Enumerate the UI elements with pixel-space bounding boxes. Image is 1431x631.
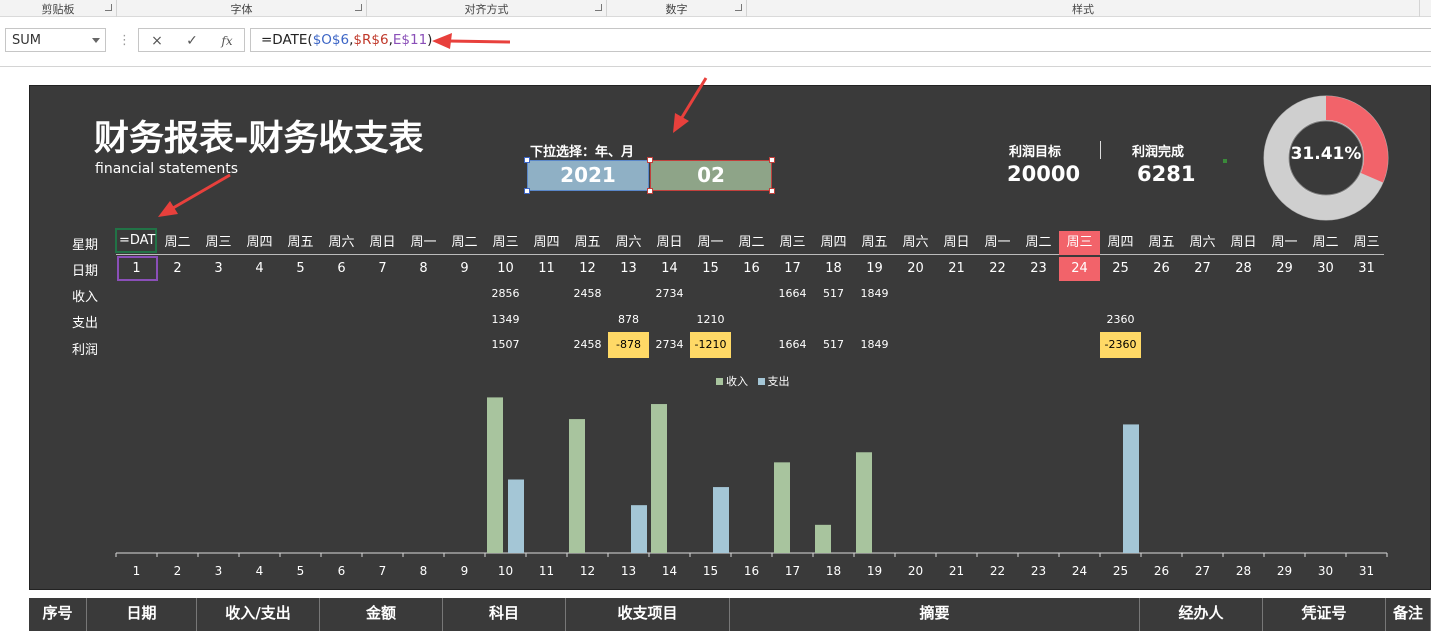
column-header[interactable]: 收支项目	[566, 598, 730, 631]
ribbon-group-number[interactable]: 数字	[607, 0, 747, 17]
ribbon-group-label: 剪贴板	[41, 3, 75, 16]
bar-income	[569, 419, 585, 553]
column-header[interactable]: 金额	[320, 598, 443, 631]
x-tick-label: 5	[297, 564, 305, 578]
x-tick-label: 21	[949, 564, 964, 578]
x-tick-label: 29	[1277, 564, 1292, 578]
column-header[interactable]: 日期	[87, 598, 197, 631]
bar-expense	[508, 479, 524, 553]
x-tick-label: 2	[174, 564, 182, 578]
x-tick-label: 1	[133, 564, 141, 578]
x-tick-label: 18	[826, 564, 841, 578]
x-tick-label: 26	[1154, 564, 1169, 578]
ribbon-group-label: 样式	[1072, 3, 1094, 16]
x-tick-label: 25	[1113, 564, 1128, 578]
x-tick-label: 31	[1359, 564, 1374, 578]
ribbon-group-styles[interactable]: 样式	[747, 0, 1420, 17]
bar-income	[815, 524, 831, 553]
bar-expense	[713, 487, 729, 553]
dialog-launcher-icon[interactable]	[735, 4, 742, 11]
x-tick-label: 19	[867, 564, 882, 578]
x-tick-label: 23	[1031, 564, 1046, 578]
dialog-launcher-icon[interactable]	[355, 4, 362, 11]
column-header[interactable]: 收入/支出	[197, 598, 320, 631]
x-tick-label: 28	[1236, 564, 1251, 578]
formula-buttons: × ✓ fx	[138, 28, 245, 52]
x-tick-label: 13	[621, 564, 636, 578]
column-header[interactable]: 序号	[29, 598, 87, 631]
dashboard-panel: 财务报表-财务收支表 financial statements 下拉选择：年、月…	[29, 85, 1431, 590]
name-box[interactable]: SUM	[5, 28, 106, 52]
x-tick-label: 12	[580, 564, 595, 578]
ribbon-group-label: 对齐方式	[464, 3, 509, 16]
formula-ref-day: E$11	[392, 32, 428, 48]
formula-bar: SUM ⋮ × ✓ fx =DATE($O$6,$R$6,E$11)	[0, 17, 1431, 67]
bar-income	[487, 397, 503, 553]
dialog-launcher-icon[interactable]	[105, 4, 112, 11]
ribbon-group-label: 字体	[230, 3, 253, 16]
x-tick-label: 3	[215, 564, 223, 578]
excel-window: 剪贴板 字体 对齐方式 数字 样式 SUM ⋮ × ✓ fx =DATE($O$…	[0, 0, 1431, 631]
x-tick-label: 30	[1318, 564, 1333, 578]
bar-income	[774, 462, 790, 553]
column-header[interactable]: 摘要	[730, 598, 1140, 631]
insert-function-icon[interactable]: fx	[213, 31, 241, 51]
x-tick-label: 17	[785, 564, 800, 578]
bar-income	[651, 404, 667, 553]
income-expense-bar-chart[interactable]: 1 2 3 4 5 6 7 8 9 10 11 12 13 14 15 16 17 18 19 20 21 22 23 24 2…	[30, 86, 1431, 591]
formula-text: =DATE(	[261, 32, 313, 48]
x-tick-label: 8	[420, 564, 428, 578]
dialog-launcher-icon[interactable]	[595, 4, 602, 11]
column-header[interactable]: 科目	[443, 598, 566, 631]
x-tick-label: 6	[338, 564, 346, 578]
check-icon[interactable]: ✓	[178, 31, 206, 51]
ribbon-group-font[interactable]: 字体	[117, 0, 367, 17]
formula-text: )	[427, 32, 433, 48]
more-options-icon[interactable]: ⋮	[118, 33, 131, 48]
x-tick-label: 16	[744, 564, 759, 578]
formula-input[interactable]: =DATE($O$6,$R$6,E$11)	[250, 28, 1431, 52]
column-header[interactable]: 经办人	[1140, 598, 1263, 631]
x-tick-label: 24	[1072, 564, 1087, 578]
x-tick-label: 7	[379, 564, 387, 578]
name-box-value: SUM	[12, 33, 41, 48]
x-tick-label: 22	[990, 564, 1005, 578]
column-header[interactable]: 备注	[1386, 598, 1431, 631]
formula-ref-month: $R$6	[353, 32, 389, 48]
column-header[interactable]: 凭证号	[1263, 598, 1386, 631]
bar-expense	[1123, 424, 1139, 553]
x-tick-label: 10	[498, 564, 513, 578]
ribbon-group-alignment[interactable]: 对齐方式	[367, 0, 607, 17]
bar-expense	[631, 505, 647, 553]
formula-ref-year: $O$6	[312, 32, 350, 48]
x-tick-label: 9	[461, 564, 469, 578]
x-tick-label: 11	[539, 564, 554, 578]
x-tick-label: 14	[662, 564, 677, 578]
x-tick-label: 20	[908, 564, 923, 578]
x-tick-label: 4	[256, 564, 264, 578]
ribbon-group-clipboard[interactable]: 剪贴板	[0, 0, 117, 17]
records-table-header: 序号 日期 收入/支出 金额 科目 收支项目 摘要 经办人 凭证号 备注	[29, 598, 1431, 631]
ribbon-group-labels: 剪贴板 字体 对齐方式 数字 样式	[0, 0, 1431, 17]
chevron-down-icon[interactable]	[92, 38, 100, 43]
x-tick-label: 27	[1195, 564, 1210, 578]
cancel-icon[interactable]: ×	[143, 31, 171, 51]
bar-income	[856, 452, 872, 553]
ribbon-group-label: 数字	[665, 3, 688, 16]
x-tick-label: 15	[703, 564, 718, 578]
